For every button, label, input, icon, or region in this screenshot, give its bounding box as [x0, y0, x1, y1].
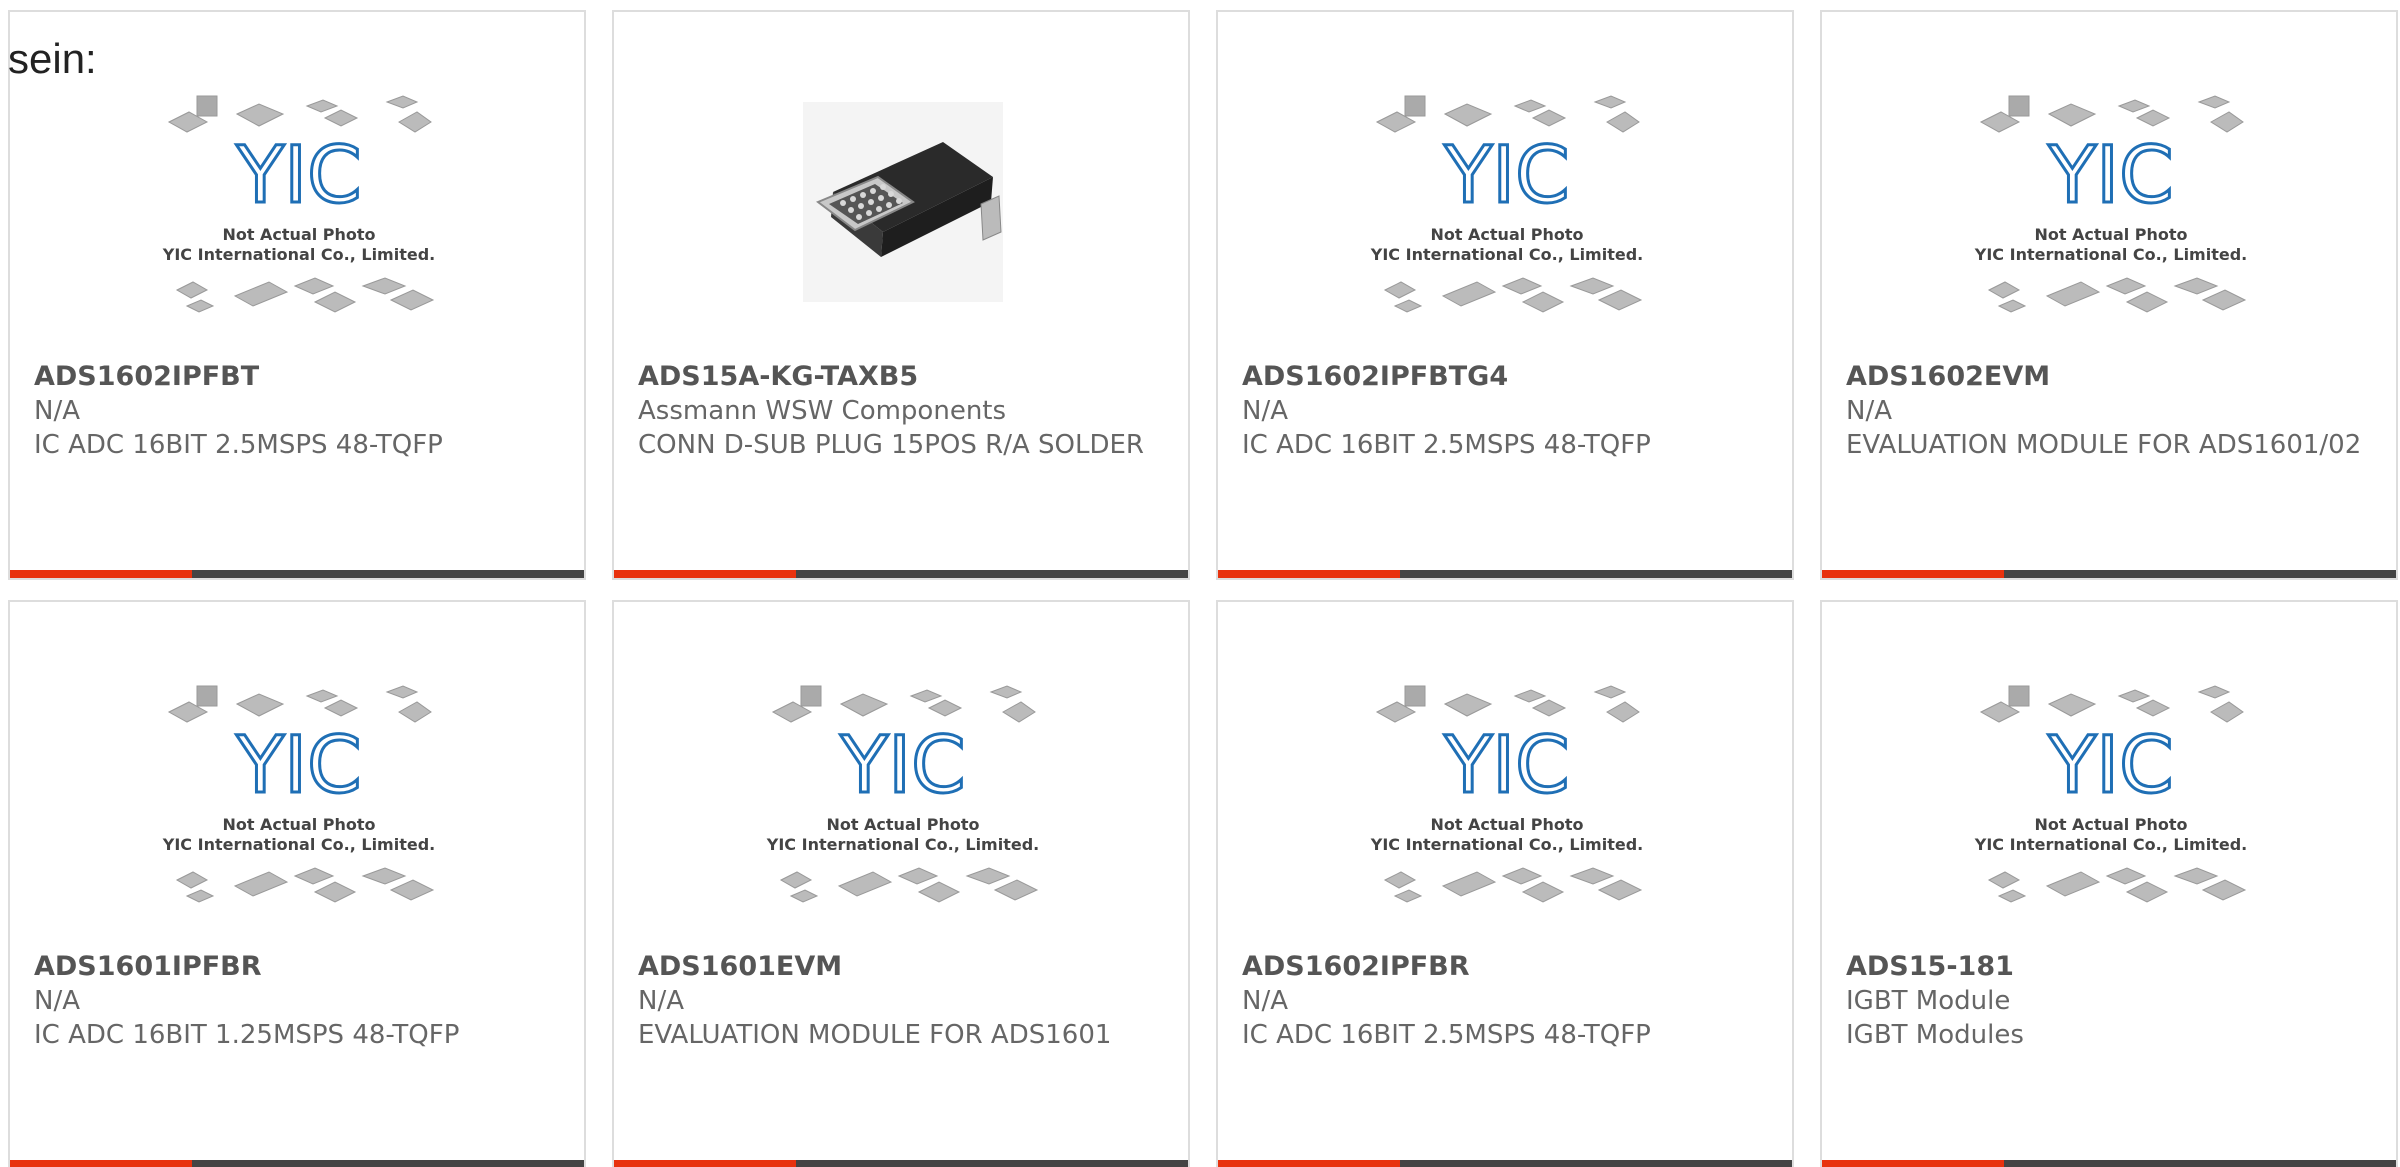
product-info: ADS1602IPFBR N/A IC ADC 16BIT 2.5MSPS 48…	[1242, 950, 1772, 1052]
card-bottom-bar	[1218, 570, 1792, 578]
not-actual-photo-image: YIC Not Actual Photo YIC International C…	[1974, 95, 2247, 313]
company-label: YIC International Co., Limited.	[1370, 835, 1643, 854]
company-label: YIC International Co., Limited.	[1974, 245, 2247, 264]
not-actual-photo-image: YIC Not Actual Photo YIC International C…	[162, 95, 435, 313]
manufacturer: N/A	[34, 396, 80, 426]
description: IGBT Modules	[1846, 1020, 2024, 1050]
card-bottom-bar	[614, 570, 1188, 578]
card-accent-bar	[1822, 1160, 2004, 1167]
product-grid: YIC Not Actual Photo YIC International C…	[0, 0, 2400, 1167]
product-image-placeholder[interactable]: YIC Not Actual Photo YIC International C…	[10, 662, 584, 942]
product-image-placeholder[interactable]: YIC Not Actual Photo YIC International C…	[1218, 662, 1792, 942]
part-number[interactable]: ADS15-181	[1846, 950, 2376, 984]
company-label: YIC International Co., Limited.	[162, 245, 435, 264]
card-accent-bar	[614, 570, 796, 578]
not-actual-photo-image: YIC Not Actual Photo YIC International C…	[1370, 685, 1643, 903]
product-card[interactable]: YIC Not Actual Photo YIC International C…	[612, 600, 1190, 1167]
company-label: YIC International Co., Limited.	[162, 835, 435, 854]
product-image-placeholder[interactable]: YIC Not Actual Photo YIC International C…	[614, 662, 1188, 942]
part-number[interactable]: ADS1602IPFBR	[1242, 950, 1772, 984]
product-card[interactable]: YIC Not Actual Photo YIC International C…	[8, 600, 586, 1167]
product-image-placeholder[interactable]: YIC Not Actual Photo YIC International C…	[1822, 662, 2396, 942]
manufacturer: IGBT Module	[1846, 986, 2011, 1016]
card-bottom-bar	[614, 1160, 1188, 1167]
product-info: ADS1602IPFBT N/A IC ADC 16BIT 2.5MSPS 48…	[34, 360, 564, 462]
product-image-placeholder[interactable]: YIC Not Actual Photo YIC International C…	[1218, 72, 1792, 352]
yic-logo: YIC	[2047, 721, 2173, 811]
description: EVALUATION MODULE FOR ADS1601	[638, 1020, 1112, 1050]
card-accent-bar	[1218, 1160, 1400, 1167]
product-image[interactable]	[614, 72, 1188, 352]
product-card[interactable]: YIC Not Actual Photo YIC International C…	[8, 10, 586, 580]
not-actual-photo-label: Not Actual Photo	[2034, 225, 2187, 244]
description: IC ADC 16BIT 2.5MSPS 48-TQFP	[1242, 1020, 1651, 1050]
product-card[interactable]: YIC Not Actual Photo YIC International C…	[1216, 600, 1794, 1167]
not-actual-photo-label: Not Actual Photo	[1430, 815, 1583, 834]
yic-logo: YIC	[235, 721, 361, 811]
description: IC ADC 16BIT 2.5MSPS 48-TQFP	[1242, 430, 1651, 460]
product-card[interactable]: YIC Not Actual Photo YIC International C…	[1820, 10, 2398, 580]
card-accent-bar	[10, 570, 192, 578]
card-bottom-bar	[1822, 1160, 2396, 1167]
product-info: ADS15-181 IGBT Module IGBT Modules	[1846, 950, 2376, 1052]
product-info: ADS1601EVM N/A EVALUATION MODULE FOR ADS…	[638, 950, 1168, 1052]
not-actual-photo-image: YIC Not Actual Photo YIC International C…	[766, 685, 1039, 903]
manufacturer: N/A	[34, 986, 80, 1016]
description: CONN D-SUB PLUG 15POS R/A SOLDER	[638, 430, 1144, 460]
company-label: YIC International Co., Limited.	[1974, 835, 2247, 854]
not-actual-photo-image: YIC Not Actual Photo YIC International C…	[1974, 685, 2247, 903]
card-bottom-bar	[10, 570, 584, 578]
card-accent-bar	[1822, 570, 2004, 578]
product-info: ADS15A-KG-TAXB5 Assmann WSW Components C…	[638, 360, 1168, 462]
not-actual-photo-image: YIC Not Actual Photo YIC International C…	[1370, 95, 1643, 313]
part-number[interactable]: ADS1601IPFBR	[34, 950, 564, 984]
manufacturer: Assmann WSW Components	[638, 396, 1007, 426]
product-card[interactable]: YIC Not Actual Photo YIC International C…	[1216, 10, 1794, 580]
card-bottom-bar	[10, 1160, 584, 1167]
manufacturer: N/A	[1242, 986, 1288, 1016]
product-image-placeholder[interactable]: YIC Not Actual Photo YIC International C…	[1822, 72, 2396, 352]
company-label: YIC International Co., Limited.	[766, 835, 1039, 854]
product-card[interactable]: ADS15A-KG-TAXB5 Assmann WSW Components C…	[612, 10, 1190, 580]
not-actual-photo-label: Not Actual Photo	[2034, 815, 2187, 834]
product-card[interactable]: YIC Not Actual Photo YIC International C…	[1820, 600, 2398, 1167]
intro-text: sein:	[8, 35, 97, 82]
part-number[interactable]: ADS15A-KG-TAXB5	[638, 360, 1168, 394]
product-info: ADS1601IPFBR N/A IC ADC 16BIT 1.25MSPS 4…	[34, 950, 564, 1052]
card-accent-bar	[10, 1160, 192, 1167]
manufacturer: N/A	[1846, 396, 1892, 426]
card-accent-bar	[1218, 570, 1400, 578]
yic-logo: YIC	[235, 131, 361, 221]
manufacturer: N/A	[638, 986, 684, 1016]
description: EVALUATION MODULE FOR ADS1601/02	[1846, 430, 2362, 460]
card-accent-bar	[614, 1160, 796, 1167]
yic-logo: YIC	[2047, 131, 2173, 221]
product-image-placeholder[interactable]: YIC Not Actual Photo YIC International C…	[10, 72, 584, 352]
part-number[interactable]: ADS1602IPFBTG4	[1242, 360, 1772, 394]
not-actual-photo-label: Not Actual Photo	[222, 815, 375, 834]
not-actual-photo-label: Not Actual Photo	[826, 815, 979, 834]
product-grid-page: YIC Not Actual Photo YIC International C…	[0, 0, 2400, 1167]
part-number[interactable]: ADS1602IPFBT	[34, 360, 564, 394]
yic-logo: YIC	[1443, 721, 1569, 811]
dsub-connector-image	[803, 102, 1003, 302]
not-actual-photo-image: YIC Not Actual Photo YIC International C…	[162, 685, 435, 903]
card-bottom-bar	[1218, 1160, 1792, 1167]
manufacturer: N/A	[1242, 396, 1288, 426]
yic-logo: YIC	[839, 721, 965, 811]
description: IC ADC 16BIT 2.5MSPS 48-TQFP	[34, 430, 443, 460]
not-actual-photo-label: Not Actual Photo	[1430, 225, 1583, 244]
company-label: YIC International Co., Limited.	[1370, 245, 1643, 264]
yic-logo: YIC	[1443, 131, 1569, 221]
part-number[interactable]: ADS1602EVM	[1846, 360, 2376, 394]
product-info: ADS1602IPFBTG4 N/A IC ADC 16BIT 2.5MSPS …	[1242, 360, 1772, 462]
not-actual-photo-label: Not Actual Photo	[222, 225, 375, 244]
card-bottom-bar	[1822, 570, 2396, 578]
part-number[interactable]: ADS1601EVM	[638, 950, 1168, 984]
description: IC ADC 16BIT 1.25MSPS 48-TQFP	[34, 1020, 460, 1050]
product-info: ADS1602EVM N/A EVALUATION MODULE FOR ADS…	[1846, 360, 2376, 462]
